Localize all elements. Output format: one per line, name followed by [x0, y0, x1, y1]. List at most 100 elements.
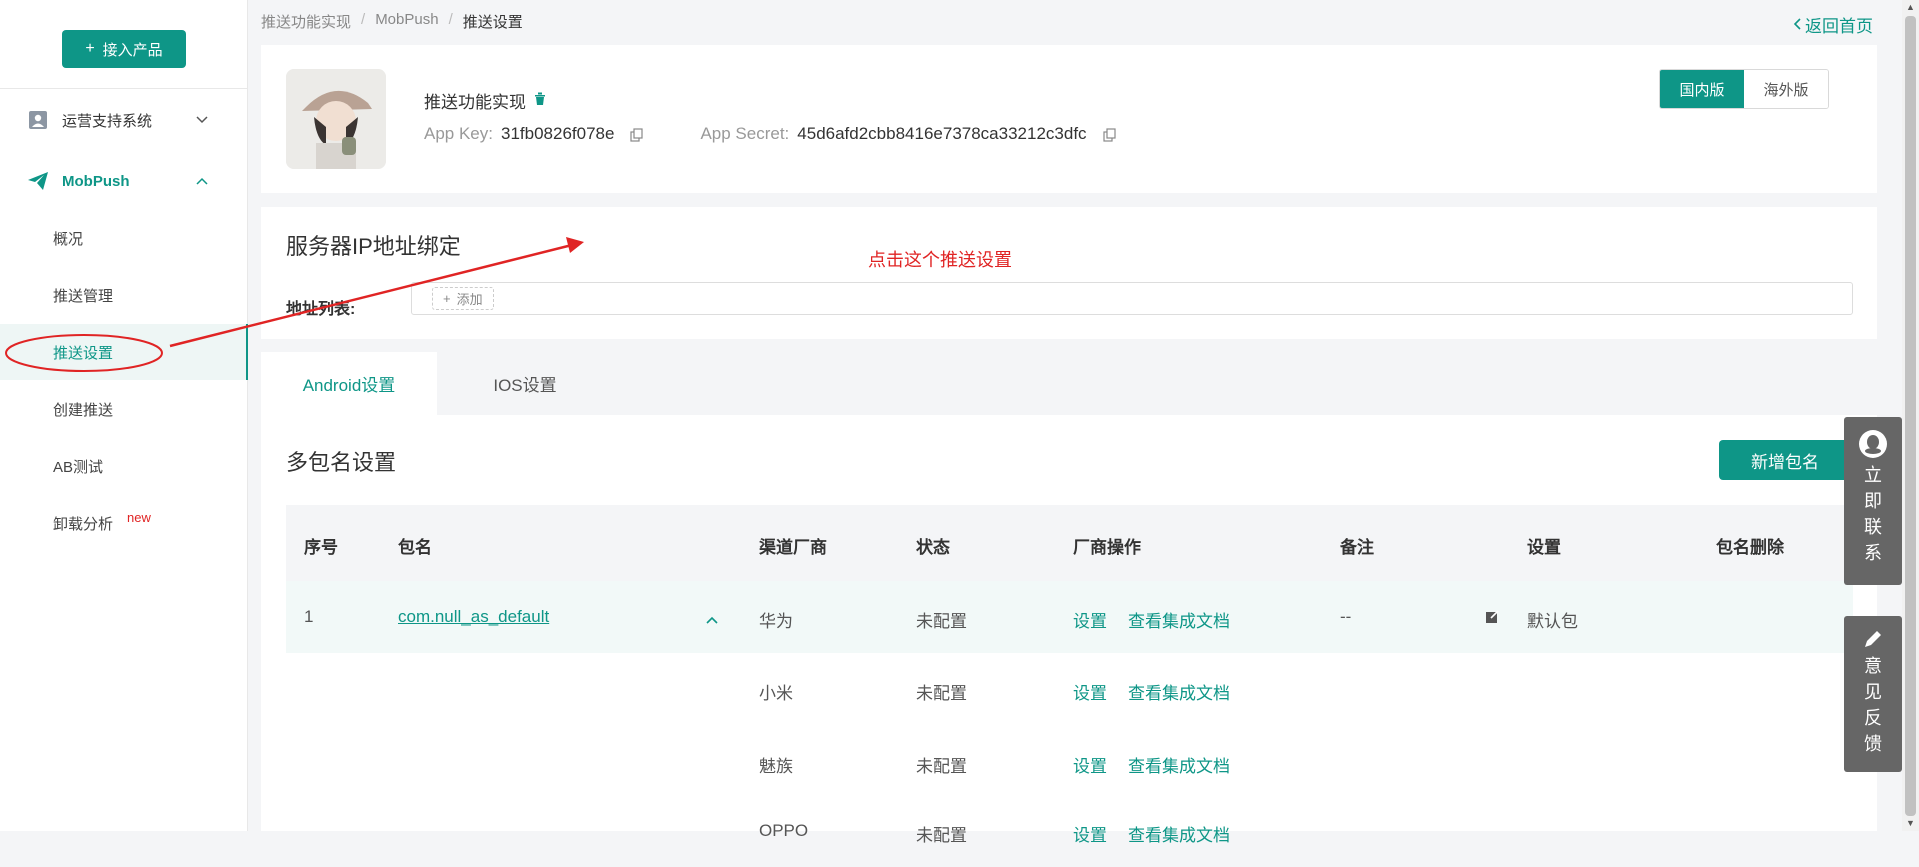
breadcrumb-item[interactable]: 推送功能实现 — [261, 11, 351, 32]
app-info-card: 推送功能实现 App Key: 31fb0826f078e App Secret… — [261, 45, 1877, 193]
sidebar-item-create-push[interactable]: 创建推送 — [0, 381, 248, 437]
new-badge: new — [127, 509, 151, 525]
feedback-panel[interactable]: 意 见 反 馈 — [1844, 616, 1902, 772]
contact-char: 系 — [1864, 543, 1882, 563]
app-key-label: App Key: — [424, 124, 493, 143]
vendor-name: 华为 — [759, 612, 793, 631]
add-address-button[interactable]: + 添加 — [432, 287, 494, 310]
edit-icon[interactable] — [1486, 608, 1499, 628]
app-name-text: 推送功能实现 — [424, 93, 526, 112]
table-row: 魅族 未配置 设置 查看集成文档 — [286, 726, 1853, 798]
vendor-settings-link[interactable]: 设置 — [1073, 752, 1107, 777]
address-list-label: 地址列表: — [286, 301, 356, 318]
column-header: 包名 — [398, 538, 432, 557]
copy-icon[interactable] — [630, 127, 644, 142]
vendor-name: 小米 — [759, 684, 793, 703]
vendor-name: 魅族 — [759, 757, 793, 776]
app-avatar — [286, 69, 386, 169]
user-icon — [28, 110, 48, 130]
app-name: 推送功能实现 — [424, 88, 546, 113]
app-credentials: App Key: 31fb0826f078e App Secret: 45d6a… — [424, 124, 1117, 144]
scroll-up-arrow[interactable]: ▲ — [1906, 2, 1915, 12]
sidebar-item-label: AB测试 — [53, 458, 104, 476]
feedback-char: 馈 — [1864, 734, 1882, 754]
feedback-char: 见 — [1864, 682, 1882, 702]
sidebar-group-mobpush[interactable]: MobPush — [0, 161, 248, 201]
platform-tabs: Android设置 IOS设置 — [261, 352, 1877, 415]
vendor-status: 未配置 — [916, 757, 967, 776]
sidebar-group-label: 运营支持系统 — [62, 112, 153, 130]
page-scrollbar[interactable]: ▲ ▼ — [1902, 0, 1919, 831]
vendor-docs-link[interactable]: 查看集成文档 — [1128, 607, 1230, 632]
add-product-label: 接入产品 — [102, 41, 163, 59]
app-key-value: 31fb0826f078e — [501, 124, 615, 143]
column-header: 备注 — [1340, 538, 1374, 557]
table-row: 小米 未配置 设置 查看集成文档 — [286, 653, 1853, 725]
app-secret-value: 45d6afd2cbb8416e7378ca33212c3dfc — [797, 124, 1087, 143]
vendor-docs-link[interactable]: 查看集成文档 — [1128, 821, 1230, 846]
back-home-link[interactable]: 返回首页 — [1793, 12, 1873, 37]
contact-char: 联 — [1864, 517, 1882, 537]
vendor-docs-link[interactable]: 查看集成文档 — [1128, 752, 1230, 777]
feedback-char: 意 — [1864, 656, 1882, 676]
package-name-link[interactable]: com.null_as_default — [398, 607, 549, 627]
ip-binding-card: 服务器IP地址绑定 地址列表: + 添加 — [261, 207, 1877, 339]
contact-char: 即 — [1864, 491, 1882, 511]
address-list-input[interactable]: + 添加 — [411, 282, 1853, 315]
table-row: OPPO 未配置 设置 查看集成文档 — [286, 795, 1853, 867]
annotation-text: 点击这个推送设置 — [868, 250, 1012, 270]
vendor-docs-link[interactable]: 查看集成文档 — [1128, 679, 1230, 704]
column-header: 厂商操作 — [1073, 538, 1141, 557]
row-index: 1 — [304, 607, 314, 626]
sidebar-group-label: MobPush — [62, 172, 130, 190]
sidebar-item-ab-test[interactable]: AB测试 — [0, 438, 248, 494]
vendor-settings-link[interactable]: 设置 — [1073, 821, 1107, 846]
package-settings-card: 多包名设置 新增包名 序号 包名 渠道厂商 状态 厂商操作 备注 设置 包名删除… — [261, 415, 1877, 845]
feedback-char: 反 — [1864, 708, 1882, 728]
tab-ios[interactable]: IOS设置 — [437, 352, 613, 415]
contact-panel[interactable]: 立 即 联 系 — [1844, 417, 1902, 585]
add-product-button[interactable]: + 接入产品 — [62, 30, 186, 68]
plus-icon: + — [443, 291, 451, 306]
domestic-version-button[interactable]: 国内版 — [1660, 70, 1744, 108]
breadcrumb-separator: / — [448, 11, 453, 28]
version-toggle: 国内版 海外版 — [1659, 69, 1829, 109]
vendor-status: 未配置 — [916, 612, 967, 631]
main-content: 推送功能实现 / MobPush / 推送设置 返回首页 推送功能实现 App … — [248, 0, 1902, 845]
plus-icon: + — [85, 40, 95, 57]
app-secret-label: App Secret: — [700, 124, 790, 143]
back-home-label: 返回首页 — [1805, 17, 1873, 36]
sidebar-item-overview[interactable]: 概况 — [0, 210, 248, 266]
setting-value: 默认包 — [1527, 612, 1578, 631]
chevron-left-icon — [1793, 15, 1801, 35]
sidebar-item-label: 推送管理 — [53, 287, 114, 305]
sidebar-item-label: 创建推送 — [53, 401, 114, 419]
overseas-version-button[interactable]: 海外版 — [1744, 70, 1828, 108]
trash-icon[interactable] — [534, 91, 546, 111]
table-row: 1 com.null_as_default 华为 未配置 设置 查看集成文档 -… — [286, 581, 1853, 653]
contact-char: 立 — [1864, 465, 1882, 485]
chevron-up-icon[interactable] — [706, 609, 718, 629]
sidebar: + 接入产品 运营支持系统 MobPush 概况 推送管理 推送设置 创建推送 … — [0, 0, 248, 831]
vendor-settings-link[interactable]: 设置 — [1073, 607, 1107, 632]
column-header: 设置 — [1527, 538, 1561, 557]
column-header: 包名删除 — [1716, 538, 1784, 557]
sidebar-divider — [0, 88, 248, 89]
vendor-status: 未配置 — [916, 684, 967, 703]
pencil-icon — [1862, 628, 1884, 653]
sidebar-item-label: 概况 — [53, 230, 84, 248]
scroll-down-arrow[interactable]: ▼ — [1906, 818, 1915, 828]
vendor-name: OPPO — [759, 821, 809, 840]
add-package-button[interactable]: 新增包名 — [1719, 440, 1851, 480]
vendor-settings-link[interactable]: 设置 — [1073, 679, 1107, 704]
tab-android[interactable]: Android设置 — [261, 352, 437, 415]
sidebar-item-uninstall-analysis[interactable]: 卸载分析 new — [0, 495, 248, 551]
sidebar-item-label: 推送设置 — [53, 344, 114, 362]
breadcrumb-item[interactable]: MobPush — [375, 11, 438, 32]
sidebar-group-ops[interactable]: 运营支持系统 — [0, 100, 248, 140]
sidebar-item-push-manage[interactable]: 推送管理 — [0, 267, 248, 323]
sidebar-item-push-settings[interactable]: 推送设置 — [0, 324, 248, 380]
copy-icon[interactable] — [1102, 127, 1117, 142]
scroll-thumb[interactable] — [1905, 16, 1916, 816]
chevron-down-icon — [196, 112, 208, 127]
